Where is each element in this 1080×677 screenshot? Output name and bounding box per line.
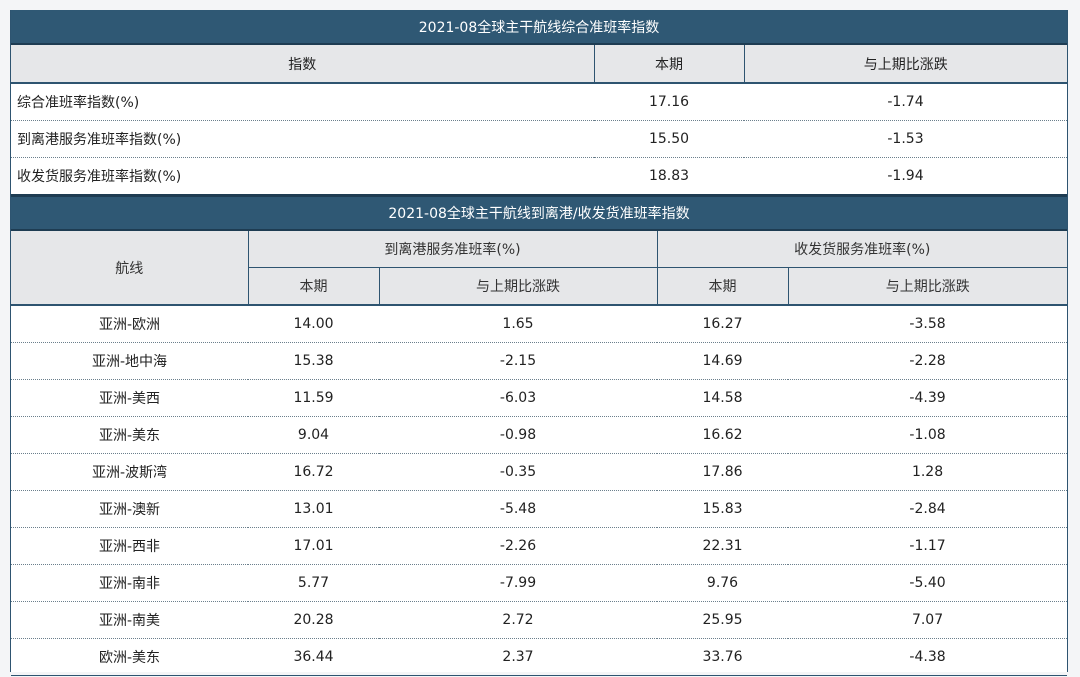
column-header-index: 指数 [11,45,594,84]
arrival-change-cell: 2.72 [379,601,658,639]
arrival-change-cell: -0.98 [379,416,658,454]
table-row: 亚洲-波斯湾 16.72 -0.35 17.86 1.28 [11,453,1068,491]
table-row: 亚洲-南非 5.77 -7.99 9.76 -5.40 [11,564,1068,602]
shipping-current-cell: 22.31 [657,527,789,565]
shipping-current-cell: 14.58 [657,379,789,417]
route-cell: 亚洲-波斯湾 [11,453,248,491]
route-cell: 亚洲-地中海 [11,342,248,380]
arrival-change-cell: -7.99 [379,564,658,602]
shipping-current-cell: 17.86 [657,453,789,491]
change-value-cell: -1.74 [744,83,1067,121]
arrival-change-cell: 1.65 [379,305,658,343]
route-cell: 亚洲-美西 [11,379,248,417]
arrival-current-cell: 11.59 [248,379,379,417]
route-cell: 亚洲-美东 [11,416,248,454]
shipping-current-cell: 15.83 [657,490,789,528]
arrival-current-cell: 9.04 [248,416,379,454]
change-value-cell: -1.53 [744,120,1067,158]
arrival-current-cell: 20.28 [248,601,379,639]
index-name-cell: 到离港服务准班率指数(%) [11,120,594,158]
arrival-change-cell: -2.15 [379,342,658,380]
shipping-change-cell: -3.58 [788,305,1068,343]
route-reliability-table: 航线 到离港服务准班率(%) 收发货服务准班率(%) 本期 与上期比涨跌 本期 … [11,231,1068,676]
table-row: 亚洲-美西 11.59 -6.03 14.58 -4.39 [11,379,1068,417]
arrival-current-cell: 15.38 [248,342,379,380]
group-header-shipping-receiving: 收发货服务准班率(%) [656,231,1068,268]
arrival-current-cell: 17.01 [248,527,379,565]
current-value-cell: 18.83 [648,168,690,184]
table-row: 收发货服务准班率指数(%) 18.83 -1.94 [11,158,1067,195]
arrival-current-cell: 16.72 [248,453,379,491]
column-header-current: 本期 [593,45,744,84]
shipping-change-cell: -4.38 [788,638,1068,676]
subheader-shipping-change: 与上期比涨跌 [787,267,1068,306]
column-header-route: 航线 [11,231,248,306]
route-cell: 亚洲-南非 [11,564,248,602]
arrival-change-cell: -6.03 [379,379,658,417]
shipping-change-cell: -1.08 [788,416,1068,454]
arrival-current-cell: 5.77 [248,564,379,602]
arrival-change-cell: 2.37 [379,638,658,676]
arrival-change-cell: -5.48 [379,490,658,528]
shipping-change-cell: -1.17 [788,527,1068,565]
table1-title: 2021-08全球主干航线综合准班率指数 [11,10,1067,45]
arrival-current-cell: 14.00 [248,305,379,343]
shipping-change-cell: 7.07 [788,601,1068,639]
change-value-cell: -1.94 [887,168,924,184]
index-name-cell: 综合准班率指数(%) [11,83,594,121]
route-cell: 亚洲-西非 [11,527,248,565]
table-row: 亚洲-南美 20.28 2.72 25.95 7.07 [11,601,1068,639]
column-header-change: 与上期比涨跌 [743,45,1067,84]
route-cell: 亚洲-澳新 [11,490,248,528]
current-value-cell: 15.50 [594,120,744,158]
shipping-current-cell: 33.76 [657,638,789,676]
table-row: 亚洲-地中海 15.38 -2.15 14.69 -2.28 [11,342,1068,380]
table-row: 亚洲-澳新 13.01 -5.48 15.83 -2.84 [11,490,1068,528]
shipping-change-cell: -5.40 [788,564,1068,602]
group-header-arrival-departure: 到离港服务准班率(%) [247,231,658,268]
schedule-reliability-document: 2021-08全球主干航线综合准班率指数 指数 本期 与上期比涨跌 综合准班率指… [10,10,1068,676]
subheader-arrival-current: 本期 [247,267,379,306]
shipping-change-cell: -2.28 [788,342,1068,380]
arrival-current-cell: 36.44 [248,638,379,676]
shipping-change-cell: -4.39 [788,379,1068,417]
table-row: 欧洲-美东 36.44 2.37 33.76 -4.38 [11,638,1068,676]
table-row: 亚洲-欧洲 14.00 1.65 16.27 -3.58 [11,305,1068,343]
route-cell: 欧洲-美东 [11,638,248,676]
subheader-shipping-current: 本期 [656,267,789,306]
shipping-current-cell: 14.69 [657,342,789,380]
index-name-cell: 收发货服务准班率指数(%) [17,169,182,185]
subheader-arrival-change: 与上期比涨跌 [378,267,658,306]
table-row: 到离港服务准班率指数(%) 15.50 -1.53 [11,120,1067,158]
current-value-cell: 17.16 [594,83,744,121]
table2-title: 2021-08全球主干航线到离港/收发货准班率指数 [11,194,1067,231]
shipping-current-cell: 9.76 [657,564,789,602]
shipping-change-cell: 1.28 [788,453,1068,491]
route-cell: 亚洲-南美 [11,601,248,639]
composite-index-table: 指数 本期 与上期比涨跌 综合准班率指数(%) 17.16 -1.74 到离港服务准班… [11,45,1067,194]
arrival-change-cell: -2.26 [379,527,658,565]
shipping-current-cell: 25.95 [657,601,789,639]
arrival-change-cell: -0.35 [379,453,658,491]
table-row: 亚洲-美东 9.04 -0.98 16.62 -1.08 [11,416,1068,454]
shipping-change-cell: -2.84 [788,490,1068,528]
table-row: 亚洲-西非 17.01 -2.26 22.31 -1.17 [11,527,1068,565]
shipping-current-cell: 16.62 [657,416,789,454]
table-row: 综合准班率指数(%) 17.16 -1.74 [11,83,1067,121]
route-cell: 亚洲-欧洲 [11,305,248,343]
table1-header-row: 指数 本期 与上期比涨跌 [11,45,1067,84]
table2-header-row-1: 航线 到离港服务准班率(%) 收发货服务准班率(%) [11,231,1068,306]
shipping-current-cell: 16.27 [657,305,789,343]
arrival-current-cell: 13.01 [248,490,379,528]
